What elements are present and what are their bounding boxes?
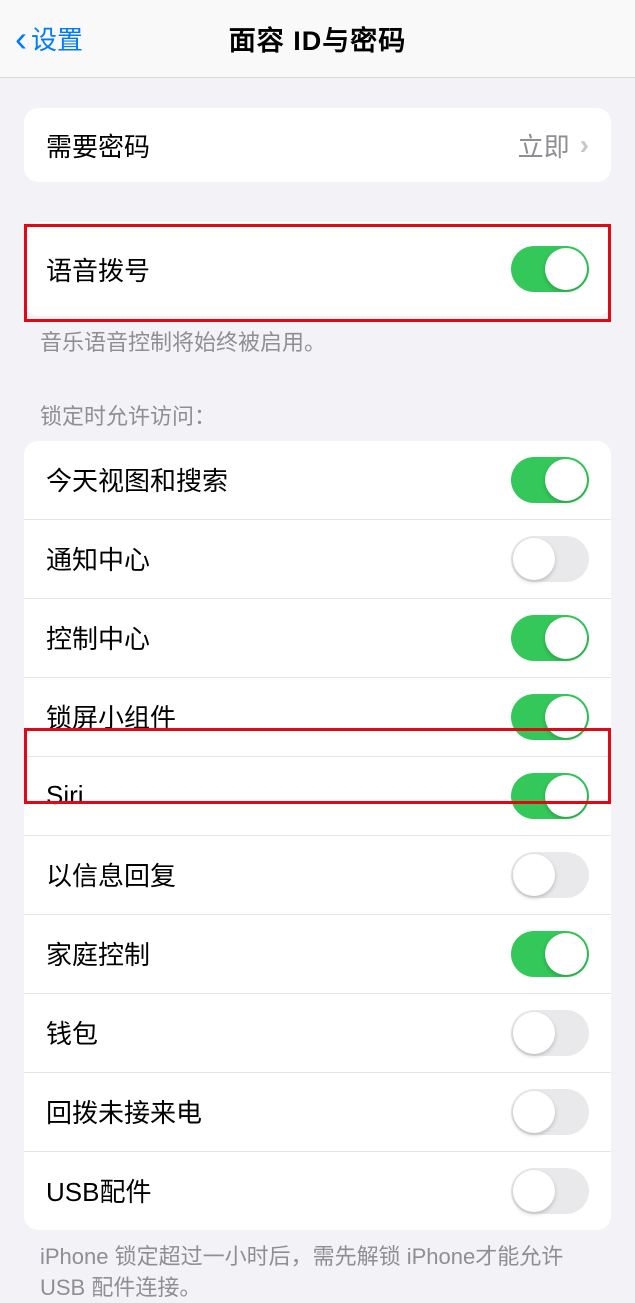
- lock-item-row: 锁屏小组件: [24, 677, 611, 756]
- toggle-knob: [545, 696, 587, 738]
- voice-dial-group: 语音拨号: [24, 222, 611, 316]
- lock-item-row: 以信息回复: [24, 835, 611, 914]
- lock-item-label: 控制中心: [46, 619, 150, 656]
- lock-item-row: USB配件: [24, 1151, 611, 1230]
- lock-item-label: 钱包: [46, 1014, 98, 1051]
- lock-item-toggle[interactable]: [511, 1010, 589, 1056]
- chevron-right-icon: ›: [580, 129, 589, 161]
- lock-item-row: 钱包: [24, 993, 611, 1072]
- lock-item-toggle[interactable]: [511, 931, 589, 977]
- lock-item-label: Siri: [46, 780, 84, 811]
- lock-item-label: 回拨未接来电: [46, 1093, 202, 1130]
- lock-item-label: USB配件: [46, 1172, 151, 1209]
- lock-item-toggle[interactable]: [511, 615, 589, 661]
- passcode-group: 需要密码 立即 ›: [24, 108, 611, 182]
- lock-item-toggle[interactable]: [511, 1089, 589, 1135]
- back-button[interactable]: ‹ 设置: [15, 20, 83, 57]
- toggle-knob: [513, 1170, 555, 1212]
- chevron-left-icon: ‹: [15, 21, 27, 57]
- navigation-header: ‹ 设置 面容 ID与密码: [0, 0, 635, 78]
- lock-item-row: 家庭控制: [24, 914, 611, 993]
- require-passcode-label: 需要密码: [46, 127, 150, 164]
- lock-item-toggle[interactable]: [511, 536, 589, 582]
- toggle-knob: [545, 459, 587, 501]
- toggle-knob: [545, 617, 587, 659]
- lock-access-footer: iPhone 锁定超过一小时后，需先解锁 iPhone才能允许USB 配件连接。: [0, 1230, 635, 1303]
- lock-access-header: 锁定时允许访问：: [0, 399, 635, 441]
- toggle-knob: [545, 933, 587, 975]
- voice-dial-label: 语音拨号: [46, 251, 150, 288]
- lock-item-toggle[interactable]: [511, 852, 589, 898]
- lock-item-row: 今天视图和搜索: [24, 441, 611, 519]
- lock-item-label: 家庭控制: [46, 935, 150, 972]
- toggle-knob: [513, 854, 555, 896]
- back-label: 设置: [31, 20, 83, 57]
- lock-item-toggle[interactable]: [511, 694, 589, 740]
- require-passcode-value: 立即 ›: [518, 127, 589, 164]
- lock-item-toggle[interactable]: [511, 457, 589, 503]
- voice-dial-footer: 音乐语音控制将始终被启用。: [0, 316, 635, 359]
- toggle-knob: [545, 775, 587, 817]
- lock-item-label: 今天视图和搜索: [46, 461, 228, 498]
- lock-item-toggle[interactable]: [511, 773, 589, 819]
- lock-access-group: 今天视图和搜索通知中心控制中心锁屏小组件 Siri 以信息回复家庭控制钱包回拨未接来…: [24, 441, 611, 1230]
- lock-item-row: Siri: [24, 756, 611, 835]
- require-passcode-row[interactable]: 需要密码 立即 ›: [24, 108, 611, 182]
- voice-dial-toggle[interactable]: [511, 246, 589, 292]
- lock-item-row: 通知中心: [24, 519, 611, 598]
- page-title: 面容 ID与密码: [229, 19, 407, 58]
- lock-item-row: 控制中心: [24, 598, 611, 677]
- lock-item-label: 通知中心: [46, 540, 150, 577]
- voice-dial-row: 语音拨号: [24, 222, 611, 316]
- lock-item-label: 锁屏小组件: [46, 698, 176, 735]
- toggle-knob: [513, 1091, 555, 1133]
- lock-item-label: 以信息回复: [46, 856, 176, 893]
- lock-item-row: 回拨未接来电: [24, 1072, 611, 1151]
- lock-item-toggle[interactable]: [511, 1168, 589, 1214]
- toggle-knob: [513, 1012, 555, 1054]
- toggle-knob: [513, 538, 555, 580]
- toggle-knob: [545, 248, 587, 290]
